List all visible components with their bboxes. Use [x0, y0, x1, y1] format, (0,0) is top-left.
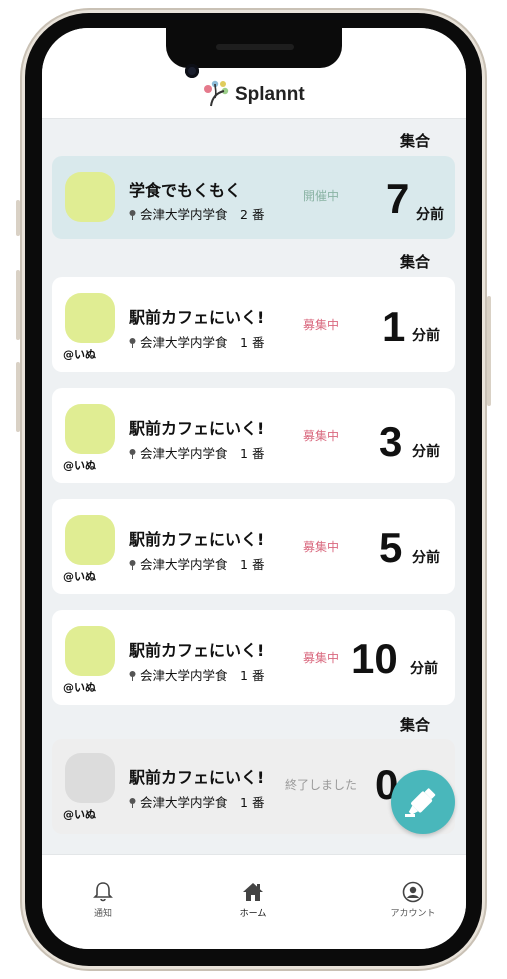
- user-handle: @いぬ: [63, 459, 96, 472]
- location-slot: 2 番: [240, 207, 265, 222]
- event-card[interactable]: @いぬ 駅前カフェにいく! 会津大学内学食 1 番 募集中 5 分前: [52, 499, 455, 594]
- event-title: 駅前カフェにいく!: [129, 768, 265, 787]
- tab-notifications[interactable]: 通知: [63, 881, 143, 919]
- location-slot: 1 番: [240, 795, 265, 810]
- user-handle: @いぬ: [63, 570, 96, 583]
- location-pin-icon: [129, 210, 136, 220]
- mute-switch: [16, 200, 20, 236]
- event-card[interactable]: @いぬ 駅前カフェにいく! 会津大学内学食 1 番 募集中 1 分前: [52, 277, 455, 372]
- location-name: 会津大学内学食: [140, 668, 228, 683]
- section-label-assembly: 集合: [399, 132, 430, 150]
- volume-down-button: [16, 362, 20, 432]
- home-icon: [243, 883, 263, 901]
- status-badge: 終了しました: [285, 778, 358, 792]
- location-pin-icon: [129, 560, 136, 570]
- status-badge: 募集中: [303, 429, 340, 443]
- status-badge: 募集中: [303, 540, 340, 554]
- minutes-value: 5: [379, 524, 403, 571]
- minutes-unit: 分前: [412, 550, 440, 566]
- location-name: 会津大学内学食: [140, 207, 228, 222]
- event-card[interactable]: @いぬ 駅前カフェにいく! 会津大学内学食 1 番 募集中 10 分前: [52, 610, 455, 705]
- volume-up-button: [16, 270, 20, 340]
- location-slot: 1 番: [240, 668, 265, 683]
- location-name: 会津大学内学食: [140, 557, 228, 572]
- status-badge: 開催中: [303, 189, 340, 203]
- location-pin-icon: [129, 449, 136, 459]
- create-event-button[interactable]: [391, 770, 455, 834]
- minutes-value: 7: [386, 175, 410, 222]
- location-name: 会津大学内学食: [140, 446, 228, 461]
- tab-label: アカウント: [390, 909, 436, 919]
- user-handle: @いぬ: [63, 808, 96, 821]
- screen: Splannt 集合 学食でもくもく 会津大学内学食 2 番 開催中 7 分前 …: [42, 28, 466, 949]
- avatar: [65, 404, 115, 454]
- event-title: 駅前カフェにいく!: [129, 530, 265, 549]
- minutes-unit: 分前: [416, 207, 444, 223]
- tab-label: 通知: [93, 909, 112, 919]
- location-pin-icon: [129, 338, 136, 348]
- event-title: 駅前カフェにいく!: [129, 308, 265, 327]
- user-handle: @いぬ: [63, 681, 96, 694]
- app-logo-icon: [204, 80, 229, 107]
- avatar: [65, 753, 115, 803]
- tab-label: ホーム: [239, 909, 267, 919]
- event-location: 会津大学内学食 1 番: [129, 443, 264, 462]
- location-slot: 1 番: [240, 557, 265, 572]
- event-location: 会津大学内学食 1 番: [129, 665, 264, 684]
- minutes-value: 10: [351, 635, 398, 682]
- minutes-value: 3: [379, 418, 403, 465]
- minutes-value: 1: [382, 303, 406, 350]
- location-slot: 1 番: [240, 335, 265, 350]
- section-label-assembly: 集合: [399, 253, 430, 271]
- tab-bar: 通知 ホーム アカウント: [42, 854, 466, 949]
- location-pin-icon: [129, 671, 136, 681]
- minutes-unit: 分前: [412, 444, 440, 460]
- marker-pen-icon: [405, 788, 436, 817]
- avatar: [65, 626, 115, 676]
- section-label-assembly: 集合: [399, 716, 430, 734]
- event-title: 駅前カフェにいく!: [129, 641, 265, 660]
- avatar: [65, 172, 115, 222]
- account-icon: [402, 881, 424, 903]
- avatar: [65, 293, 115, 343]
- minutes-unit: 分前: [410, 661, 438, 677]
- event-card[interactable]: @いぬ 駅前カフェにいく! 会津大学内学食 1 番 募集中 3 分前: [52, 388, 455, 483]
- front-camera: [185, 64, 199, 78]
- event-location: 会津大学内学食 1 番: [129, 554, 264, 573]
- event-title: 学食でもくもく: [129, 181, 242, 200]
- event-location: 会津大学内学食 1 番: [129, 332, 264, 351]
- bell-icon: [93, 882, 113, 902]
- event-card[interactable]: 学食でもくもく 会津大学内学食 2 番 開催中 7 分前: [52, 156, 455, 239]
- power-button: [487, 296, 491, 406]
- minutes-unit: 分前: [412, 328, 440, 344]
- tab-account[interactable]: アカウント: [373, 881, 453, 919]
- event-location: 会津大学内学食 1 番: [129, 792, 264, 811]
- event-location: 会津大学内学食 2 番: [129, 204, 264, 223]
- location-pin-icon: [129, 798, 136, 808]
- location-slot: 1 番: [240, 446, 265, 461]
- status-badge: 募集中: [303, 651, 340, 665]
- location-name: 会津大学内学食: [140, 335, 228, 350]
- user-handle: @いぬ: [63, 348, 96, 361]
- app-title: Splannt: [235, 84, 305, 105]
- speaker: [216, 44, 294, 50]
- tab-home[interactable]: ホーム: [213, 881, 293, 919]
- location-name: 会津大学内学食: [140, 795, 228, 810]
- event-title: 駅前カフェにいく!: [129, 419, 265, 438]
- status-badge: 募集中: [303, 318, 340, 332]
- avatar: [65, 515, 115, 565]
